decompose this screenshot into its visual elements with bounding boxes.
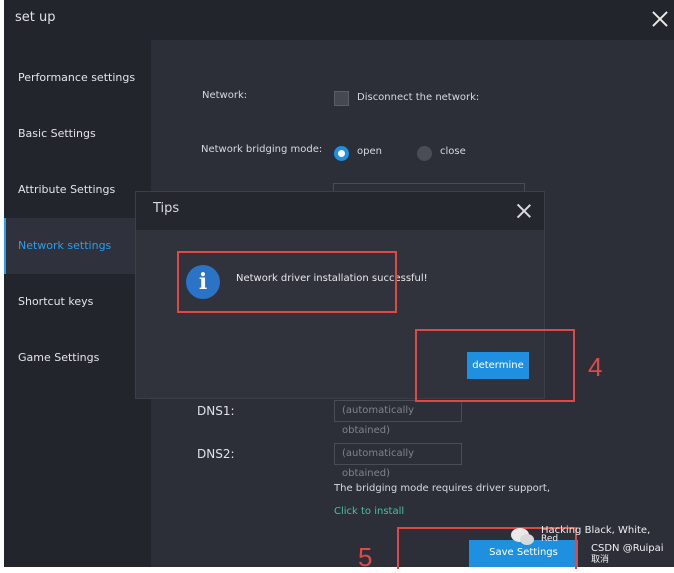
dns2-label: DNS2: (197, 447, 235, 461)
radio-close[interactable] (417, 146, 432, 161)
dialog-title: Tips (153, 201, 180, 216)
radio-close-label: close (440, 146, 466, 157)
dialog-header: Tips (136, 192, 544, 230)
title-bar: set up (4, 0, 674, 40)
highlight-box-message (177, 251, 397, 313)
annotation-step-4: 4 (588, 352, 603, 382)
install-link[interactable]: Click to install (334, 506, 404, 517)
sidebar-item-game[interactable]: Game Settings (4, 330, 151, 386)
watermark-line2: Red (541, 534, 559, 544)
dialog-close-icon[interactable] (515, 202, 533, 220)
sidebar-item-attribute[interactable]: Attribute Settings (4, 162, 151, 218)
sidebar-item-performance[interactable]: Performance settings (4, 50, 151, 106)
disconnect-label: Disconnect the network: (357, 92, 480, 103)
sidebar-item-network[interactable]: Network settings (4, 218, 151, 274)
dns1-input[interactable]: (automatically obtained) (334, 400, 462, 436)
wechat-logo-icon-2 (520, 534, 534, 545)
bridging-note: The bridging mode requires driver suppor… (334, 483, 551, 494)
network-label: Network: (202, 90, 248, 101)
annotation-step-5: 5 (358, 542, 373, 572)
bridging-mode-label: Network bridging mode: (201, 144, 323, 155)
dns2-input[interactable]: (automatically obtained) (334, 443, 462, 479)
window-title: set up (15, 10, 56, 25)
dns1-label: DNS1: (197, 404, 235, 418)
watermark-overlay: 取消 (591, 555, 610, 565)
watermark: Hacking Black, White, Red CSDN @Ruipai 取… (511, 525, 671, 567)
close-icon[interactable] (650, 9, 670, 29)
disconnect-checkbox[interactable] (334, 91, 349, 106)
highlight-box-determine (415, 329, 575, 402)
sidebar-item-shortcut[interactable]: Shortcut keys (4, 274, 151, 330)
radio-open-label: open (357, 146, 382, 157)
sidebar: Performance settings Basic Settings Attr… (4, 40, 151, 567)
sidebar-item-basic[interactable]: Basic Settings (4, 106, 151, 162)
radio-open[interactable] (334, 146, 349, 161)
